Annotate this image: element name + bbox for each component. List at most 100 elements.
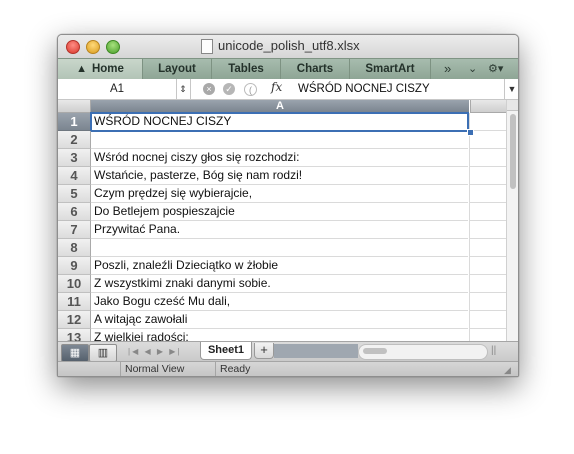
- cell-a9[interactable]: Poszli, znaleźli Dzieciątko w żłobie: [91, 257, 468, 275]
- column-header-b[interactable]: [470, 100, 507, 113]
- table-row: 9 Poszli, znaleźli Dzieciątko w żłobie: [58, 257, 507, 275]
- resize-grip-icon[interactable]: ◢: [504, 364, 516, 376]
- status-view: Normal View: [121, 362, 216, 376]
- row-header[interactable]: 3: [58, 149, 91, 167]
- ribbon-tabs: ▲ Home Layout Tables Charts SmartArt » ⌄ …: [58, 58, 518, 80]
- close-window-button[interactable]: [66, 40, 80, 54]
- cell-a8[interactable]: [91, 239, 468, 257]
- row-header[interactable]: 7: [58, 221, 91, 239]
- cell-a10[interactable]: Z wszystkimi znaki danymi sobie.: [91, 275, 468, 293]
- sheet-tab-area: [274, 344, 358, 358]
- horizontal-split-icon[interactable]: ||: [491, 345, 496, 356]
- normal-view-button[interactable]: ▦: [61, 344, 89, 362]
- row-header[interactable]: 9: [58, 257, 91, 275]
- cell-b[interactable]: [469, 113, 507, 131]
- confirm-edit-icon[interactable]: ✓: [223, 83, 235, 95]
- table-row: 11 Jako Bogu cześć Mu dali,: [58, 293, 507, 311]
- minimize-window-button[interactable]: [86, 40, 100, 54]
- cell-a13[interactable]: Z wielkiej radości:: [91, 329, 468, 341]
- gear-icon[interactable]: ⚙▾: [488, 59, 503, 79]
- cell-a2[interactable]: [91, 131, 468, 149]
- add-sheet-button[interactable]: +: [254, 343, 274, 359]
- table-row: 7 Przywitać Pana.: [58, 221, 507, 239]
- row-header[interactable]: 8: [58, 239, 91, 257]
- cell-b[interactable]: [469, 221, 507, 239]
- table-row: 2: [58, 131, 507, 149]
- name-box-stepper-icon[interactable]: ⇕: [176, 79, 191, 99]
- table-row: 12 A witając zawołali: [58, 311, 507, 329]
- vertical-scrollbar[interactable]: [506, 100, 518, 342]
- formula-bar: A1 ⇕ × ✓ ( fx WŚRÓD NOCNEJ CISZY ▼: [58, 79, 518, 100]
- row-header[interactable]: 6: [58, 203, 91, 221]
- cell-b[interactable]: [469, 293, 507, 311]
- fill-handle[interactable]: [467, 129, 474, 136]
- cell-a6[interactable]: Do Betlejem pospieszajcie: [91, 203, 468, 221]
- function-paren-icon[interactable]: (: [244, 83, 257, 96]
- cell-b[interactable]: [469, 311, 507, 329]
- vertical-scroll-thumb[interactable]: [510, 114, 516, 189]
- title-bar[interactable]: unicode_polish_utf8.xlsx: [58, 35, 518, 58]
- cancel-edit-icon[interactable]: ×: [203, 83, 215, 95]
- window-title: unicode_polish_utf8.xlsx: [218, 38, 360, 53]
- row-header[interactable]: 2: [58, 131, 91, 149]
- split-box-icon[interactable]: [507, 100, 518, 111]
- formula-expand-icon[interactable]: ▼: [504, 79, 518, 99]
- row-header[interactable]: 12: [58, 311, 91, 329]
- cell-a12[interactable]: A witając zawołali: [91, 311, 468, 329]
- table-row: 13 Z wielkiej radości:: [58, 329, 506, 341]
- formula-input[interactable]: WŚRÓD NOCNEJ CISZY: [298, 79, 430, 99]
- row-header[interactable]: 1: [58, 113, 91, 131]
- tab-tables[interactable]: Tables: [212, 59, 281, 79]
- status-blank: [58, 362, 121, 376]
- table-row: 6 Do Betlejem pospieszajcie: [58, 203, 507, 221]
- home-icon: ▲: [76, 63, 87, 75]
- cell-b[interactable]: [469, 185, 507, 203]
- page-layout-view-button[interactable]: ▥: [89, 344, 117, 362]
- worksheet-grid[interactable]: A 1 WŚRÓD NOCNEJ CISZY 2 3 Wśród nocnej …: [58, 100, 518, 341]
- sheet-tab-sheet1[interactable]: Sheet1: [200, 342, 252, 360]
- row-header[interactable]: 4: [58, 167, 91, 185]
- name-box[interactable]: A1: [58, 79, 177, 99]
- cell-a11[interactable]: Jako Bogu cześć Mu dali,: [91, 293, 468, 311]
- column-header-a[interactable]: A: [91, 100, 469, 113]
- cell-b[interactable]: [469, 257, 507, 275]
- table-row: 8: [58, 239, 507, 257]
- cell-b[interactable]: [469, 329, 507, 341]
- cell-b[interactable]: [469, 167, 507, 185]
- tab-home[interactable]: ▲ Home: [58, 59, 143, 79]
- cell-a3[interactable]: Wśród nocnej ciszy głos się rozchodzi:: [91, 149, 468, 167]
- cell-a1[interactable]: WŚRÓD NOCNEJ CISZY: [90, 112, 469, 132]
- tab-smartart[interactable]: SmartArt: [350, 59, 431, 79]
- insert-function-icon[interactable]: fx: [271, 80, 282, 94]
- cell-b[interactable]: [469, 275, 507, 293]
- table-row: 5 Czym prędzej się wybierajcie,: [58, 185, 507, 203]
- zoom-window-button[interactable]: [106, 40, 120, 54]
- row-header[interactable]: 11: [58, 293, 91, 311]
- cell-b[interactable]: [469, 131, 507, 149]
- document-icon: [201, 39, 213, 54]
- ribbon-collapse-icon[interactable]: ⌄: [468, 59, 477, 79]
- sheet-bar: ▦ ▥ |◀ ◀ ▶ ▶| Sheet1 + ||: [58, 341, 518, 362]
- cell-b[interactable]: [469, 149, 507, 167]
- horizontal-scroll-thumb[interactable]: [363, 348, 387, 354]
- table-row: 4 Wstańcie, pasterze, Bóg się nam rodzi!: [58, 167, 507, 185]
- table-row: 3 Wśród nocnej ciszy głos się rozchodzi:: [58, 149, 507, 167]
- select-all-corner[interactable]: [58, 100, 91, 113]
- status-state: Ready: [220, 363, 251, 375]
- sheet-navigation-arrows-icon[interactable]: |◀ ◀ ▶ ▶|: [128, 344, 181, 360]
- tab-layout[interactable]: Layout: [143, 59, 212, 79]
- tab-charts[interactable]: Charts: [281, 59, 350, 79]
- horizontal-scrollbar[interactable]: [358, 344, 488, 360]
- ribbon-overflow-icon[interactable]: »: [444, 59, 451, 79]
- table-row: 10 Z wszystkimi znaki danymi sobie.: [58, 275, 507, 293]
- excel-window: unicode_polish_utf8.xlsx ▲ Home Layout Ta…: [57, 34, 519, 377]
- row-header[interactable]: 13: [58, 329, 91, 341]
- cell-a5[interactable]: Czym prędzej się wybierajcie,: [91, 185, 468, 203]
- cell-a4[interactable]: Wstańcie, pasterze, Bóg się nam rodzi!: [91, 167, 468, 185]
- row-header[interactable]: 5: [58, 185, 91, 203]
- cell-a7[interactable]: Przywitać Pana.: [91, 221, 468, 239]
- row-header[interactable]: 10: [58, 275, 91, 293]
- cell-b[interactable]: [469, 239, 507, 257]
- table-row: 1 WŚRÓD NOCNEJ CISZY: [58, 112, 507, 132]
- cell-b[interactable]: [469, 203, 507, 221]
